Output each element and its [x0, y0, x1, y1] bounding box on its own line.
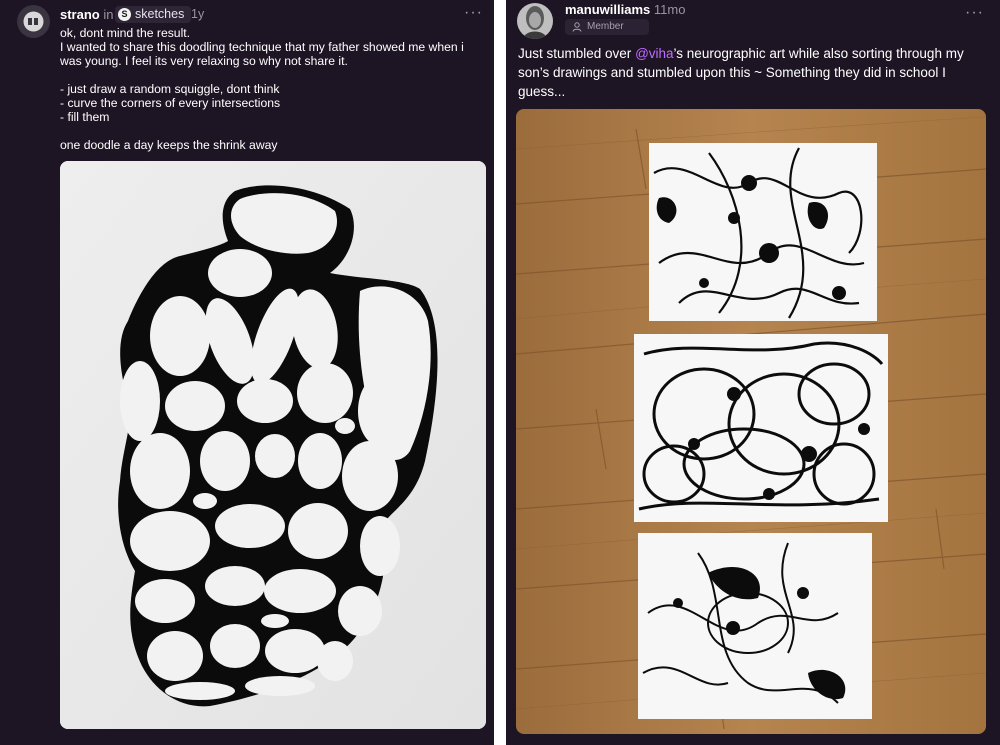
- author-name-text[interactable]: manuwilliams: [565, 2, 650, 17]
- author-name-right[interactable]: manuwilliams 11mo: [565, 2, 685, 17]
- post-text-part: Just stumbled over: [518, 46, 636, 61]
- community-name[interactable]: sketches: [135, 6, 184, 23]
- member-badge: Member: [565, 19, 649, 35]
- post-time: 1y: [191, 7, 205, 21]
- author-avatar-right[interactable]: [517, 3, 553, 39]
- post-body-text: ok, dont mind the result. I wanted to sh…: [60, 26, 464, 152]
- user-mention-link[interactable]: @viha: [635, 46, 673, 61]
- post-image[interactable]: [60, 161, 486, 729]
- person-icon: [572, 22, 582, 32]
- more-options-button[interactable]: ···: [464, 4, 483, 22]
- avatar-icon: [17, 5, 50, 38]
- member-badge-label: Member: [587, 21, 624, 32]
- author-name[interactable]: strano in: [60, 7, 113, 22]
- post-image-right[interactable]: [516, 109, 986, 734]
- doodle-drawing-image: [60, 161, 486, 729]
- more-options-button-right[interactable]: ···: [965, 4, 984, 22]
- in-label: in: [103, 7, 114, 22]
- community-chip[interactable]: S sketches: [115, 6, 192, 23]
- author-name-text[interactable]: strano: [60, 7, 100, 22]
- community-icon: S: [118, 8, 131, 21]
- author-avatar[interactable]: [17, 5, 50, 38]
- post-time: 11mo: [653, 2, 686, 17]
- drawings-on-floor-photo: [516, 109, 986, 734]
- post-body-text-right: Just stumbled over @viha’s neurographic …: [518, 44, 996, 101]
- avatar-photo-icon: [517, 3, 553, 39]
